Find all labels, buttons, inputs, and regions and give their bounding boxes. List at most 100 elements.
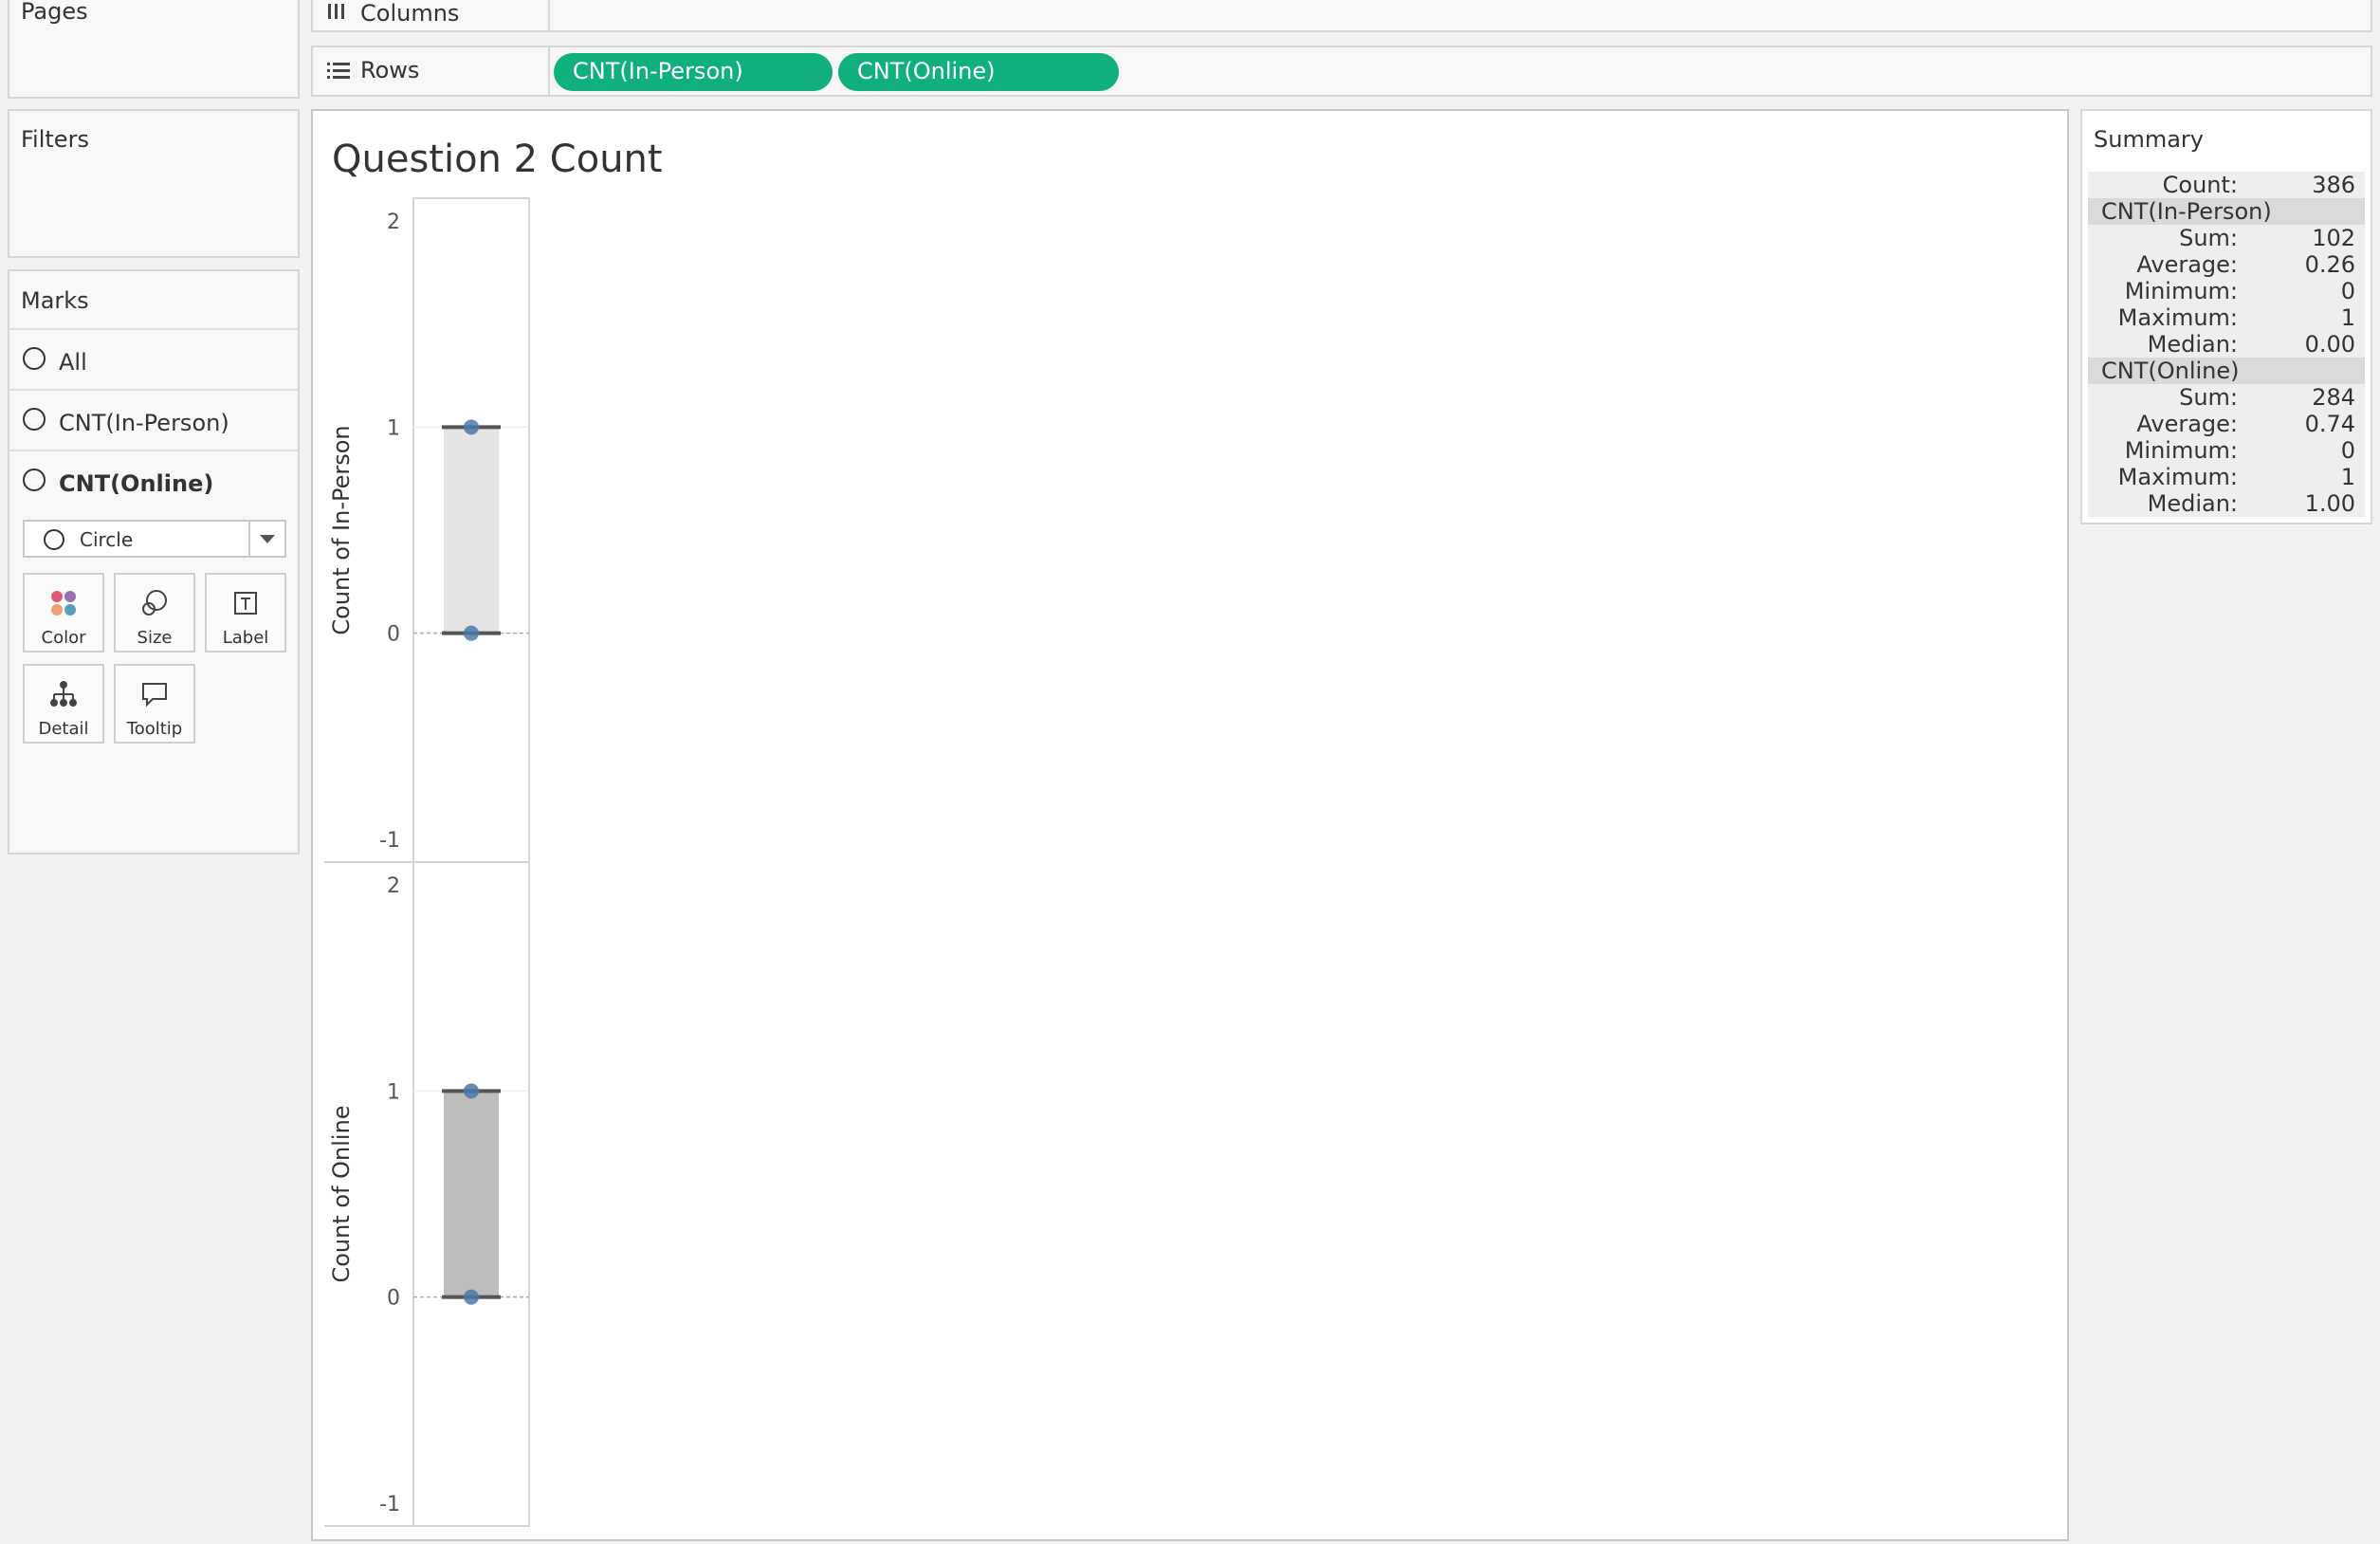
pages-title: Pages xyxy=(21,0,88,25)
summary-value: 0.26 xyxy=(2304,251,2355,278)
y-axis-title: Count of Online xyxy=(328,1105,355,1282)
summary-card[interactable]: Summary Count: 386 CNT(In-Person) Sum: 10… xyxy=(2080,109,2372,524)
chevron-down-icon[interactable] xyxy=(260,535,275,543)
marks-card-in-person[interactable]: CNT(In-Person) xyxy=(9,389,298,448)
summary-key: Count: xyxy=(2162,172,2238,198)
y-axis-title: Count of In-Person xyxy=(328,425,355,634)
summary-row: Minimum: 0 xyxy=(2088,278,2365,304)
color-icon xyxy=(25,588,102,618)
summary-value: 1.00 xyxy=(2304,490,2355,517)
summary-row: Average: 0.26 xyxy=(2088,251,2365,278)
summary-count-row: Count: 386 xyxy=(2088,172,2365,198)
y-tick-label: 2 xyxy=(387,874,400,898)
summary-value: 284 xyxy=(2312,384,2355,411)
marks-card-online[interactable]: CNT(Online) xyxy=(9,450,298,508)
worksheet-view[interactable]: Question 2 Count 2 1 0 -1 Count of In-Person… xyxy=(311,109,2069,1541)
summary-key: Sum: xyxy=(2179,225,2238,251)
rows-label: Rows xyxy=(360,57,420,83)
circle-icon xyxy=(44,529,64,550)
columns-shelf[interactable]: Columns xyxy=(311,0,2372,32)
speech-bubble-icon xyxy=(116,679,193,709)
summary-section-header: CNT(In-Person) xyxy=(2088,198,2365,225)
rows-icon xyxy=(326,61,351,85)
rows-shelf[interactable]: Rows CNT(In-Person) CNT(Online) xyxy=(311,46,2372,97)
data-point[interactable] xyxy=(464,1289,479,1305)
y-tick-label: 1 xyxy=(387,1080,400,1104)
rows-shelf-header: Rows xyxy=(313,47,550,95)
size-icon xyxy=(116,588,193,618)
summary-value: 102 xyxy=(2312,225,2355,251)
summary-value: 0 xyxy=(2340,437,2355,464)
columns-icon xyxy=(326,2,347,25)
size-button-label: Size xyxy=(137,628,173,648)
detail-button-label: Detail xyxy=(38,719,89,739)
summary-key: Average: xyxy=(2136,251,2238,278)
marks-card-all[interactable]: All xyxy=(9,328,298,387)
summary-row: Sum: 102 xyxy=(2088,225,2365,251)
summary-key: Average: xyxy=(2136,411,2238,437)
columns-shelf-header: Columns xyxy=(313,0,550,30)
summary-row: Median: 0.00 xyxy=(2088,331,2365,358)
y-tick-label: 0 xyxy=(387,623,400,647)
pill-cnt-in-person[interactable]: CNT(In-Person) xyxy=(554,53,833,91)
tooltip-button[interactable]: Tooltip xyxy=(114,664,195,744)
radio-icon[interactable] xyxy=(23,408,46,431)
summary-key: Minimum: xyxy=(2124,278,2238,304)
y-tick-label: 1 xyxy=(387,416,400,440)
summary-row: Sum: 284 xyxy=(2088,384,2365,411)
columns-label: Columns xyxy=(360,0,460,27)
marks-card-label: CNT(In-Person) xyxy=(59,410,229,436)
summary-row: Maximum: 1 xyxy=(2088,304,2365,331)
marks-panel: Marks All CNT(In-Person) CNT(Online) Cir… xyxy=(8,269,300,855)
summary-value: 1 xyxy=(2340,304,2355,331)
summary-title: Summary xyxy=(2094,126,2204,153)
box-body xyxy=(444,1091,499,1297)
pages-panel[interactable]: Pages xyxy=(8,0,300,99)
color-button[interactable]: Color xyxy=(23,573,104,653)
summary-row: Average: 0.74 xyxy=(2088,411,2365,437)
dropdown-separator xyxy=(248,522,250,556)
text-label-icon xyxy=(207,588,284,618)
summary-section-header: CNT(Online) xyxy=(2088,358,2365,384)
mark-type-value: Circle xyxy=(80,528,134,551)
summary-key: Maximum: xyxy=(2117,464,2238,490)
y-tick-label: -1 xyxy=(379,829,400,853)
filters-title: Filters xyxy=(21,126,89,153)
summary-value: 0.74 xyxy=(2304,411,2355,437)
summary-key: Maximum: xyxy=(2117,304,2238,331)
y-tick-label: 0 xyxy=(387,1287,400,1311)
summary-table: Count: 386 CNT(In-Person) Sum: 102 Averag… xyxy=(2088,172,2365,517)
radio-icon[interactable] xyxy=(23,469,46,491)
color-button-label: Color xyxy=(41,628,86,648)
summary-row: Maximum: 1 xyxy=(2088,464,2365,490)
data-point[interactable] xyxy=(464,419,479,435)
summary-row: Median: 1.00 xyxy=(2088,490,2365,517)
data-point[interactable] xyxy=(464,1083,479,1099)
label-button-label: Label xyxy=(222,628,269,648)
marks-card-label: CNT(Online) xyxy=(59,470,214,497)
summary-key: Sum: xyxy=(2179,384,2238,411)
summary-value: 0.00 xyxy=(2304,331,2355,358)
detail-button[interactable]: Detail xyxy=(23,664,104,744)
size-button[interactable]: Size xyxy=(114,573,195,653)
box-plot-chart[interactable]: 2 1 0 -1 Count of In-Person 2 1 0 -1 Count of Onl… xyxy=(313,111,2067,1539)
marks-title: Marks xyxy=(21,287,89,314)
mark-type-dropdown[interactable]: Circle xyxy=(23,520,286,558)
summary-value: 0 xyxy=(2340,278,2355,304)
summary-value: 386 xyxy=(2312,172,2355,198)
y-tick-label: -1 xyxy=(379,1493,400,1516)
data-point[interactable] xyxy=(464,625,479,641)
radio-icon[interactable] xyxy=(23,347,46,370)
summary-row: Minimum: 0 xyxy=(2088,437,2365,464)
summary-key: Median: xyxy=(2147,331,2238,358)
summary-value: 1 xyxy=(2340,464,2355,490)
label-button[interactable]: Label xyxy=(205,573,286,653)
y-tick-label: 2 xyxy=(387,211,400,234)
marks-card-label: All xyxy=(59,349,87,376)
box-body xyxy=(444,427,499,634)
summary-key: Median: xyxy=(2147,490,2238,517)
hierarchy-icon xyxy=(25,679,102,709)
filters-panel[interactable]: Filters xyxy=(8,109,300,258)
pill-cnt-online[interactable]: CNT(Online) xyxy=(838,53,1119,91)
summary-key: Minimum: xyxy=(2124,437,2238,464)
